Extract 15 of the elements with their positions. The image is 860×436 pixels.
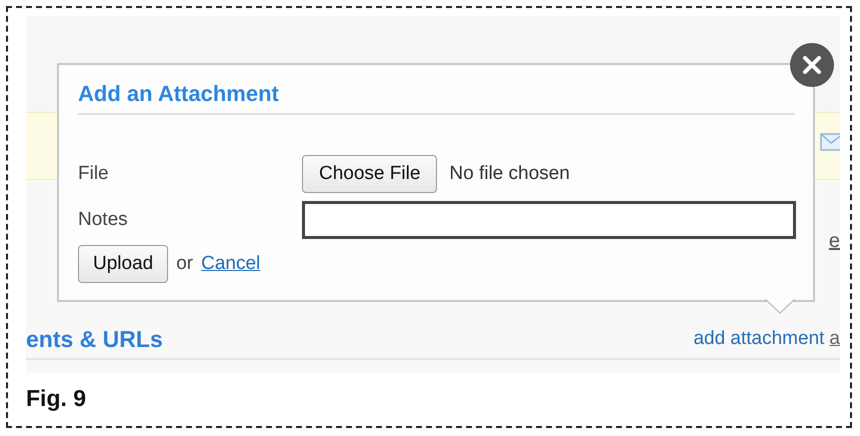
dialog-title: Add an Attachment bbox=[78, 81, 795, 115]
upload-button[interactable]: Upload bbox=[78, 245, 168, 283]
notes-field[interactable] bbox=[302, 201, 796, 239]
or-text: or bbox=[176, 253, 194, 275]
close-icon[interactable] bbox=[789, 42, 835, 88]
field-label: Notes bbox=[78, 209, 129, 231]
link[interactable]: e bbox=[824, 230, 840, 252]
cancel-link[interactable]: Cancel bbox=[201, 253, 260, 275]
file-status: No file chosen bbox=[449, 163, 570, 185]
link[interactable]: a bbox=[829, 328, 840, 350]
choose-file-button[interactable]: Choose File bbox=[302, 155, 438, 193]
field-label: File bbox=[78, 163, 110, 185]
section-title: ents & URLs bbox=[26, 326, 163, 352]
link[interactable]: add attachment bbox=[693, 328, 824, 350]
figure-caption: Fig. 9 bbox=[26, 385, 88, 412]
